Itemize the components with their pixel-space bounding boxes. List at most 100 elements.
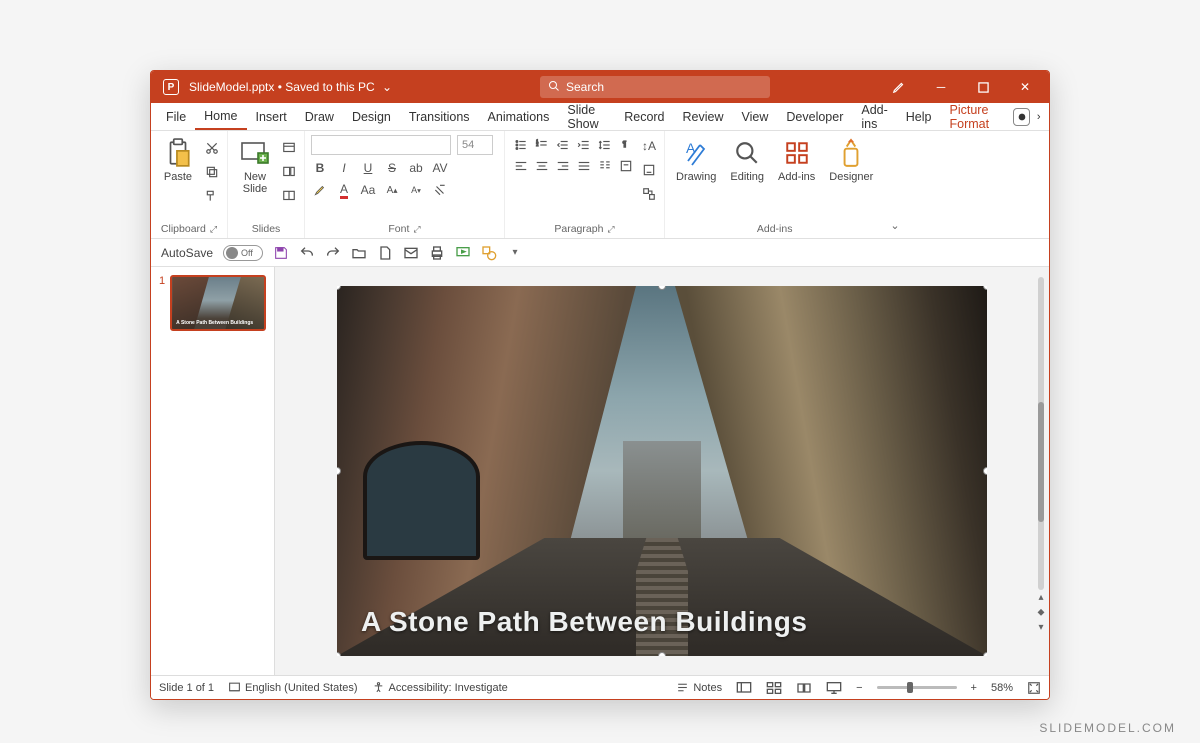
line-spacing-icon[interactable] — [595, 135, 615, 155]
resize-handle-rc[interactable] — [983, 467, 987, 475]
align-right-icon[interactable] — [553, 156, 573, 176]
fit-to-window-icon[interactable] — [1027, 681, 1041, 695]
tab-addins[interactable]: Add-ins — [852, 103, 896, 130]
cut-icon[interactable] — [203, 139, 221, 157]
ribbon-overflow-button[interactable]: › — [1034, 103, 1043, 130]
text-direction-icon[interactable]: ¶ — [616, 135, 636, 155]
character-spacing-icon[interactable]: AV — [431, 159, 449, 177]
present-icon[interactable] — [455, 245, 471, 261]
designer-button[interactable]: Designer — [824, 135, 878, 186]
next-slide-icon[interactable]: ▾ — [1036, 620, 1045, 635]
normal-view-icon[interactable] — [736, 681, 752, 695]
maximize-button[interactable] — [963, 71, 1003, 103]
tab-slideshow[interactable]: Slide Show — [558, 103, 615, 130]
font-color-icon[interactable]: A — [335, 181, 353, 199]
scroll-up-icon[interactable]: ▴ — [1036, 590, 1045, 605]
columns-icon[interactable] — [595, 156, 615, 176]
paste-button[interactable]: Paste — [157, 135, 199, 186]
slide-sorter-icon[interactable] — [766, 681, 782, 695]
reset-icon[interactable] — [280, 163, 298, 181]
chevron-down-icon[interactable]: ⌄ — [382, 80, 392, 94]
dialog-launcher-icon[interactable]: ⤢ — [210, 224, 217, 235]
resize-handle-br[interactable] — [983, 652, 987, 656]
tab-insert[interactable]: Insert — [247, 103, 296, 130]
font-size-selector[interactable]: 54 — [457, 135, 493, 155]
dialog-launcher-icon[interactable]: ⤢ — [413, 224, 420, 235]
clear-format-icon[interactable] — [431, 181, 449, 199]
zoom-level[interactable]: 58% — [991, 682, 1013, 694]
tab-picture-format[interactable]: Picture Format — [941, 103, 1010, 130]
thumbnail-preview[interactable]: A Stone Path Between Buildings — [170, 275, 266, 331]
notes-button[interactable]: Notes — [676, 681, 722, 694]
selected-picture[interactable]: A Stone Path Between Buildings — [337, 286, 987, 656]
print-icon[interactable] — [429, 245, 445, 261]
slide-counter[interactable]: Slide 1 of 1 — [159, 682, 214, 694]
section-icon[interactable] — [280, 187, 298, 205]
slideshow-view-icon[interactable] — [826, 681, 842, 695]
reading-view-icon[interactable] — [796, 681, 812, 695]
close-button[interactable]: ✕ — [1005, 71, 1045, 103]
zoom-out-button[interactable]: − — [856, 682, 862, 694]
undo-icon[interactable] — [299, 245, 315, 261]
text-direction-vertical-icon[interactable]: ↕A — [640, 137, 658, 155]
tab-view[interactable]: View — [733, 103, 778, 130]
increase-indent-icon[interactable] — [574, 135, 594, 155]
bullets-icon[interactable] — [511, 135, 531, 155]
open-icon[interactable] — [351, 245, 367, 261]
editing-button[interactable]: Editing — [725, 135, 769, 186]
redo-icon[interactable] — [325, 245, 341, 261]
zoom-in-button[interactable]: + — [971, 682, 977, 694]
align-left-icon[interactable] — [511, 156, 531, 176]
decrease-indent-icon[interactable] — [553, 135, 573, 155]
align-text-icon[interactable] — [616, 156, 636, 176]
search-box[interactable]: Search — [540, 76, 770, 98]
dialog-launcher-icon[interactable]: ⤢ — [607, 224, 614, 235]
tab-design[interactable]: Design — [343, 103, 400, 130]
align-vertical-icon[interactable] — [640, 161, 658, 179]
qat-customize-icon[interactable]: ▾ — [507, 245, 523, 261]
camera-toggle-icon[interactable] — [1013, 108, 1030, 126]
underline-button[interactable]: U — [359, 159, 377, 177]
resize-handle-bc[interactable] — [658, 652, 666, 656]
drawing-button[interactable]: A Drawing — [671, 135, 721, 186]
change-case-icon[interactable]: Aa — [359, 181, 377, 199]
pen-icon[interactable] — [879, 71, 919, 103]
email-icon[interactable] — [403, 245, 419, 261]
shrink-font-icon[interactable]: A▾ — [407, 181, 425, 199]
tab-review[interactable]: Review — [674, 103, 733, 130]
accessibility-button[interactable]: Accessibility: Investigate — [372, 681, 508, 694]
tab-file[interactable]: File — [157, 103, 195, 130]
bold-button[interactable]: B — [311, 159, 329, 177]
language-button[interactable]: English (United States) — [228, 681, 358, 694]
tab-developer[interactable]: Developer — [777, 103, 852, 130]
tab-draw[interactable]: Draw — [296, 103, 343, 130]
numbering-icon[interactable]: 12 — [532, 135, 552, 155]
tab-animations[interactable]: Animations — [479, 103, 559, 130]
minimize-button[interactable]: ─ — [921, 71, 961, 103]
vertical-scrollbar[interactable]: ▴ ⬥ ▾ — [1035, 277, 1047, 635]
tab-transitions[interactable]: Transitions — [400, 103, 479, 130]
align-center-icon[interactable] — [532, 156, 552, 176]
justify-icon[interactable] — [574, 156, 594, 176]
layout-icon[interactable] — [280, 139, 298, 157]
copy-icon[interactable] — [203, 163, 221, 181]
slide-thumbnail[interactable]: 1 A Stone Path Between Buildings — [159, 275, 266, 331]
format-painter-icon[interactable] — [203, 187, 221, 205]
collapse-ribbon-icon[interactable]: ⌄ — [884, 131, 905, 238]
grow-font-icon[interactable]: A▴ — [383, 181, 401, 199]
strike-button[interactable]: S — [383, 159, 401, 177]
autosave-toggle[interactable]: Off — [223, 245, 263, 261]
shadow-button[interactable]: ab — [407, 159, 425, 177]
tab-home[interactable]: Home — [195, 103, 246, 130]
font-family-selector[interactable] — [311, 135, 451, 155]
save-icon[interactable] — [273, 245, 289, 261]
zoom-slider[interactable] — [877, 686, 957, 689]
slide-canvas[interactable]: A Stone Path Between Buildings ▴ ⬥ ▾ — [275, 267, 1049, 675]
highlight-icon[interactable] — [311, 181, 329, 199]
scrollbar-thumb[interactable] — [1038, 402, 1044, 522]
italic-button[interactable]: I — [335, 159, 353, 177]
tab-help[interactable]: Help — [897, 103, 941, 130]
addins-button[interactable]: Add-ins — [773, 135, 820, 186]
new-file-icon[interactable] — [377, 245, 393, 261]
prev-slide-icon[interactable]: ⬥ — [1036, 605, 1047, 620]
